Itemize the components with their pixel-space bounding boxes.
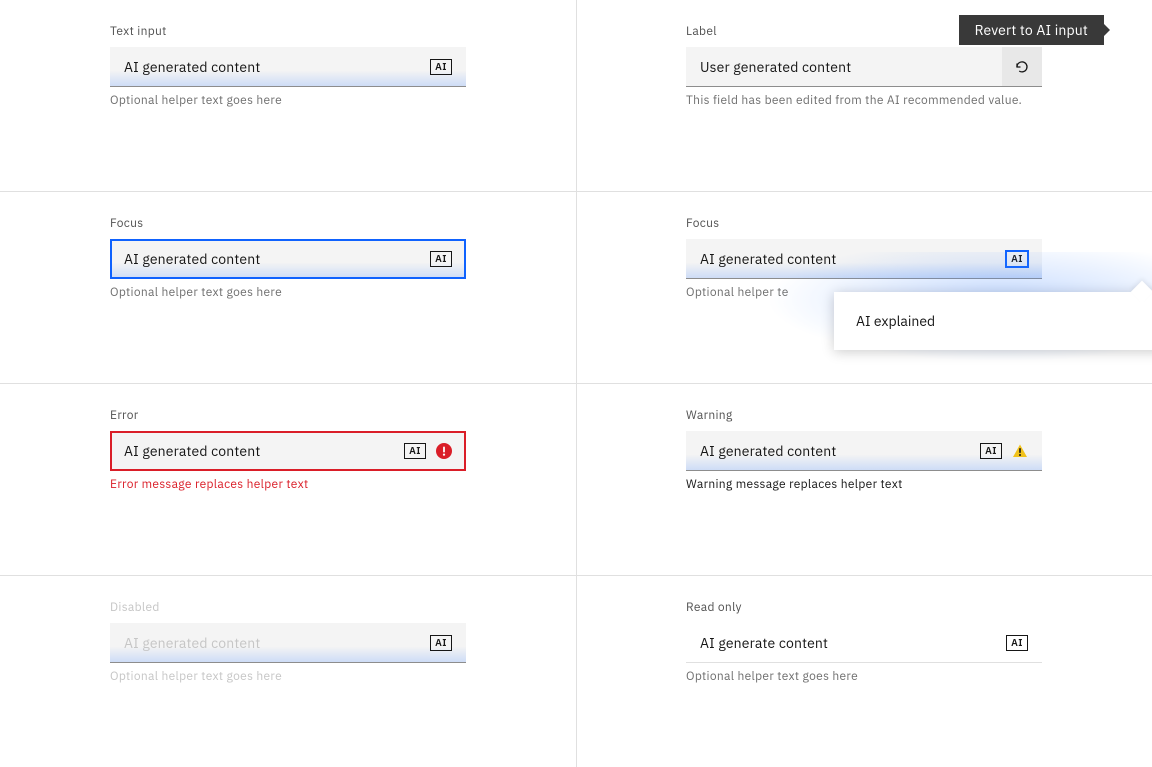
- text-input-value: AI generated content: [124, 58, 430, 76]
- popover-text: AI explained: [856, 312, 935, 330]
- ai-icon[interactable]: AI: [1006, 251, 1028, 267]
- cell-readonly: Read only AI generate content AI Optiona…: [576, 576, 1152, 767]
- text-input-value: User generated content: [700, 58, 988, 76]
- text-input-value: AI generated content: [124, 634, 430, 652]
- text-input-field[interactable]: AI generated content AI: [110, 47, 466, 87]
- cell-focus-right: Focus AI generated content AI Optional h…: [576, 192, 1152, 384]
- ai-explained-popover[interactable]: AI explained: [834, 292, 1152, 350]
- warning-icon: [1012, 443, 1028, 459]
- helper-text: This field has been edited from the AI r…: [686, 93, 1042, 109]
- revert-tooltip: Revert to AI input: [959, 15, 1104, 45]
- text-input-value: AI generated content: [124, 250, 430, 268]
- error-icon: [436, 443, 452, 459]
- ai-icon: AI: [430, 635, 452, 651]
- cell-disabled: Disabled AI generated content AI Optiona…: [0, 576, 576, 767]
- ai-icon[interactable]: AI: [980, 443, 1002, 459]
- text-input-field[interactable]: User generated content: [686, 47, 1002, 87]
- text-input-field: AI generated content AI: [110, 623, 466, 663]
- error-message: Error message replaces helper text: [110, 477, 466, 493]
- helper-text: Optional helper text goes here: [110, 93, 466, 109]
- field-label: Error: [110, 408, 576, 423]
- user-edited-field: User generated content: [686, 47, 1042, 87]
- text-input-field[interactable]: AI generated content AI: [686, 239, 1042, 279]
- text-input-value: AI generated content: [124, 442, 404, 460]
- ai-icon[interactable]: AI: [404, 443, 426, 459]
- field-label: Focus: [110, 216, 576, 231]
- ai-icon[interactable]: AI: [430, 59, 452, 75]
- cell-focus-left: Focus AI generated content AI Optional h…: [0, 192, 576, 384]
- field-label: Text input: [110, 24, 576, 39]
- helper-text: Optional helper text goes here: [110, 669, 466, 685]
- cell-error: Error AI generated content AI Error mess…: [0, 384, 576, 576]
- text-input-field[interactable]: AI generated content AI: [686, 431, 1042, 471]
- field-label: Disabled: [110, 600, 576, 615]
- helper-text: Optional helper text goes here: [110, 285, 466, 301]
- text-input-value: AI generated content: [700, 250, 1006, 268]
- text-input-field[interactable]: AI generated content AI: [110, 239, 466, 279]
- cell-text-input: Text input AI generated content AI Optio…: [0, 0, 576, 192]
- field-label: Warning: [686, 408, 1152, 423]
- field-label: Focus: [686, 216, 1152, 231]
- cell-warning: Warning AI generated content AI Warning …: [576, 384, 1152, 576]
- undo-icon: [1014, 59, 1030, 75]
- helper-text: Optional helper text goes here: [686, 669, 1042, 685]
- text-input-field: AI generate content AI: [686, 623, 1042, 663]
- text-input-value: AI generate content: [700, 634, 1006, 652]
- vertical-divider: [576, 0, 577, 767]
- ai-icon[interactable]: AI: [430, 251, 452, 267]
- text-input-value: AI generated content: [700, 442, 980, 460]
- cell-user-edited: Revert to AI input Label User generated …: [576, 0, 1152, 192]
- text-input-field[interactable]: AI generated content AI: [110, 431, 466, 471]
- warning-message: Warning message replaces helper text: [686, 477, 1042, 493]
- ai-icon[interactable]: AI: [1006, 635, 1028, 651]
- revert-button[interactable]: [1002, 47, 1042, 87]
- field-label: Read only: [686, 600, 1152, 615]
